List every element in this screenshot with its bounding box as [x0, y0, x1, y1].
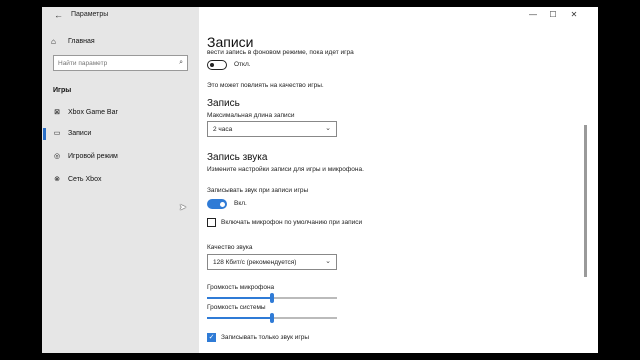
back-arrow-icon[interactable]: ←	[54, 9, 63, 21]
system-volume-label: Громкость системы	[207, 304, 266, 311]
audio-quality-select[interactable]: 128 Кбит/с (рекомендуется) ⌄	[207, 254, 337, 270]
search-box[interactable]: ⌕	[53, 55, 188, 71]
maximize-button[interactable]: ☐	[546, 9, 560, 21]
mic-volume-slider[interactable]	[207, 293, 337, 303]
app-title: Параметры	[71, 11, 109, 18]
sidebar-item-xbox-game-bar[interactable]: ⊠ Xbox Game Bar	[42, 106, 199, 120]
sidebar-item-captures[interactable]: ▭ Записи	[42, 127, 199, 141]
sidebar: ⌂ Главная ⌕ Игры ⊠ Xbox Game Bar ▭ Запис…	[42, 7, 199, 353]
mic-default-checkbox[interactable]	[207, 218, 216, 227]
sidebar-section-title: Игры	[53, 87, 72, 94]
close-button[interactable]: ✕	[567, 9, 581, 21]
xbox-game-bar-icon: ⊠	[54, 109, 60, 116]
audio-record-label: Записывать звук при записи игры	[207, 187, 309, 194]
chevron-down-icon: ⌄	[325, 125, 331, 132]
background-recording-text: вести запись в фоновом режиме, пока идет…	[207, 49, 354, 56]
background-recording-state: Откл.	[234, 61, 251, 68]
sidebar-item-label: Записи	[68, 130, 92, 137]
slider-thumb[interactable]	[270, 313, 274, 323]
chevron-down-icon: ⌄	[325, 258, 331, 265]
active-indicator	[43, 128, 46, 140]
game-audio-only-checkbox[interactable]: ✓	[207, 333, 216, 342]
audio-record-toggle[interactable]	[207, 199, 227, 209]
slider-fill	[207, 297, 272, 299]
main-content: Записи вести запись в фоновом режиме, по…	[199, 23, 598, 353]
search-input[interactable]	[58, 58, 168, 68]
audio-record-state: Вкл.	[234, 200, 247, 207]
max-length-select[interactable]: 2 часа ⌄	[207, 121, 337, 137]
title-bar: ← Параметры — ☐ ✕	[42, 7, 598, 23]
mic-default-label: Включать микрофон по умолчанию при запис…	[221, 219, 363, 226]
record-heading: Запись	[207, 98, 240, 109]
capture-icon: ▭	[53, 130, 61, 137]
mouse-cursor-icon: ➤	[179, 202, 187, 212]
quality-note: Это может повлиять на качество игры.	[207, 82, 324, 89]
mic-volume-label: Громкость микрофона	[207, 284, 275, 291]
scrollbar[interactable]	[584, 125, 587, 277]
audio-quality-label: Качество звука	[207, 244, 253, 251]
sidebar-item-label: Xbox Game Bar	[68, 109, 118, 116]
minimize-button[interactable]: —	[526, 9, 540, 21]
sidebar-item-label: Сеть Xbox	[68, 176, 102, 183]
audio-heading: Запись звука	[207, 152, 268, 163]
audio-quality-value: 128 Кбит/с (рекомендуется)	[213, 259, 297, 266]
background-recording-toggle[interactable]	[207, 60, 227, 70]
sidebar-item-xbox-network[interactable]: ⊗ Сеть Xbox	[42, 173, 199, 187]
max-length-value: 2 часа	[213, 126, 233, 133]
settings-window: ⌂ Главная ⌕ Игры ⊠ Xbox Game Bar ▭ Запис…	[42, 7, 598, 353]
sidebar-home-label: Главная	[68, 38, 95, 45]
slider-fill	[207, 317, 272, 319]
toggle-knob	[210, 62, 214, 67]
slider-thumb[interactable]	[270, 293, 274, 303]
sidebar-item-game-mode[interactable]: ◎ Игровой режим	[42, 150, 199, 164]
home-icon: ⌂	[51, 37, 56, 46]
system-volume-slider[interactable]	[207, 313, 337, 323]
audio-description: Измените настройки записи для игры и мик…	[207, 166, 364, 173]
search-icon[interactable]: ⌕	[179, 58, 183, 68]
game-audio-only-label: Записывать только звук игры	[221, 334, 310, 341]
sidebar-item-label: Игровой режим	[68, 153, 118, 160]
max-length-label: Максимальная длина записи	[207, 112, 295, 119]
toggle-knob	[220, 201, 225, 207]
game-mode-icon: ◎	[53, 153, 61, 160]
xbox-icon: ⊗	[54, 176, 60, 183]
